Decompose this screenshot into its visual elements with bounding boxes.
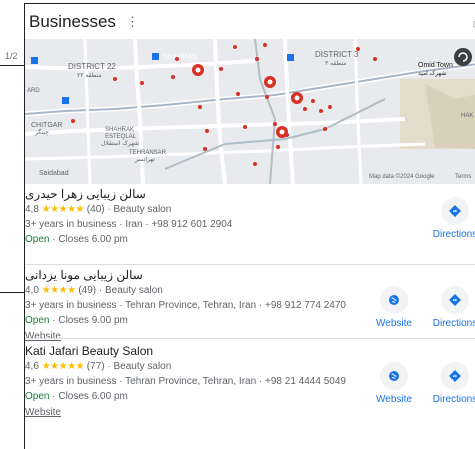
business-hours: Open · Closes 6.00 pm	[25, 234, 475, 245]
panel-header: Businesses ⋮	[29, 11, 139, 33]
map-label: SHAHRAK	[105, 127, 134, 133]
map-label: Saidabad	[39, 170, 69, 177]
highway-shield	[287, 54, 294, 61]
website-link[interactable]: Website	[25, 407, 61, 418]
star-rating-icon: ★★★★★	[41, 204, 85, 215]
highway-shield	[31, 57, 38, 64]
directions-icon	[441, 362, 469, 390]
panel-title: Businesses	[29, 12, 116, 31]
website-label: Website	[376, 394, 412, 405]
map-label: تهرانسر	[134, 156, 155, 163]
rating-value: 4,6	[25, 361, 39, 372]
divider	[25, 338, 475, 339]
rating-value: 4,8	[25, 204, 39, 215]
open-status: Open	[25, 234, 50, 245]
map-layer-icon[interactable]	[454, 48, 472, 66]
website-button[interactable]: Website	[364, 286, 424, 329]
closing-time: · Closes 9.00 pm	[52, 315, 128, 326]
website-button[interactable]: Website	[364, 362, 424, 405]
business-details: 3+ years in business · Iran · +98 912 60…	[25, 219, 233, 230]
business-name[interactable]: سالن زیبایی مونا یزدانی	[25, 268, 475, 282]
business-name[interactable]: Kati Jafari Beauty Salon	[25, 344, 475, 358]
business-category: Beauty salon	[113, 361, 172, 372]
divider	[25, 264, 475, 265]
map-pin[interactable]	[276, 126, 288, 138]
map-label: Omid Town	[418, 62, 453, 69]
map-label: ARD	[27, 88, 40, 94]
website-label: Website	[376, 318, 412, 329]
star-rating-icon: ★★★★★	[41, 361, 85, 372]
closing-time: · Closes 6.00 pm	[52, 234, 128, 245]
map-label: شهرک استقلال	[101, 139, 139, 147]
rating-value: 4,0	[25, 285, 39, 296]
directions-icon	[441, 286, 469, 314]
map-label: چیتگر	[34, 128, 49, 136]
review-count: (49)	[78, 285, 97, 296]
website-icon	[380, 362, 408, 390]
map-label: HAK	[461, 113, 473, 119]
directions-button[interactable]: Directions	[425, 362, 475, 405]
map-label: منطقه ۳	[325, 60, 346, 67]
directions-label: Directions	[432, 394, 475, 405]
review-count: (77)	[86, 361, 105, 372]
directions-label: Directions	[432, 318, 475, 329]
businesses-panel: Businesses ⋮ ◎ SHAHRAN شهران DISTRICT 22…	[24, 3, 475, 449]
map-label: شهران	[165, 61, 182, 68]
map-pin[interactable]	[192, 64, 204, 76]
map-label: شهرک امید	[418, 69, 446, 77]
divider-line	[0, 65, 24, 66]
more-vert-icon[interactable]: ⋮	[126, 14, 139, 30]
highway-shield	[152, 53, 159, 60]
page-indicator: 1/2	[5, 51, 18, 61]
map-label: CHITGAR	[31, 122, 63, 129]
website-icon	[380, 286, 408, 314]
map-terms[interactable]: Terms	[455, 174, 471, 180]
directions-button[interactable]: Directions	[425, 286, 475, 329]
map-label: منطقه ۲۲	[77, 72, 102, 79]
business-category: Beauty salon	[105, 285, 163, 296]
review-count: (40)	[86, 204, 105, 215]
map-pin[interactable]	[291, 92, 303, 104]
open-status: Open	[25, 315, 50, 326]
divider-line	[0, 292, 24, 293]
website-link[interactable]: Website	[25, 331, 61, 342]
directions-icon	[441, 197, 469, 225]
highway-shield	[62, 97, 69, 104]
map-attribution: Map data ©2024 Google	[369, 173, 435, 180]
business-category: Beauty salon	[113, 204, 172, 215]
directions-button[interactable]: Directions	[425, 197, 475, 240]
business-rating-row: 4,8 ★★★★★ (40) · Beauty salon	[25, 204, 172, 215]
map-pin[interactable]	[264, 76, 276, 88]
map-label: DISTRICT 3	[315, 50, 359, 59]
map-label: SHAHRAN	[163, 54, 197, 61]
closing-time: · Closes 6.00 pm	[52, 391, 128, 402]
business-item[interactable]: سالن زیبایی زهرا حیدری 4,8 ★★★★★ (40) · …	[25, 187, 475, 245]
map[interactable]: SHAHRAN شهران DISTRICT 22 منطقه ۲۲ DISTR…	[25, 39, 475, 184]
star-rating-icon: ★★★★	[41, 285, 76, 296]
business-name[interactable]: سالن زیبایی زهرا حیدری	[25, 187, 475, 201]
open-status: Open	[25, 391, 50, 402]
directions-label: Directions	[432, 229, 475, 240]
map-label: DISTRICT 22	[68, 62, 116, 71]
